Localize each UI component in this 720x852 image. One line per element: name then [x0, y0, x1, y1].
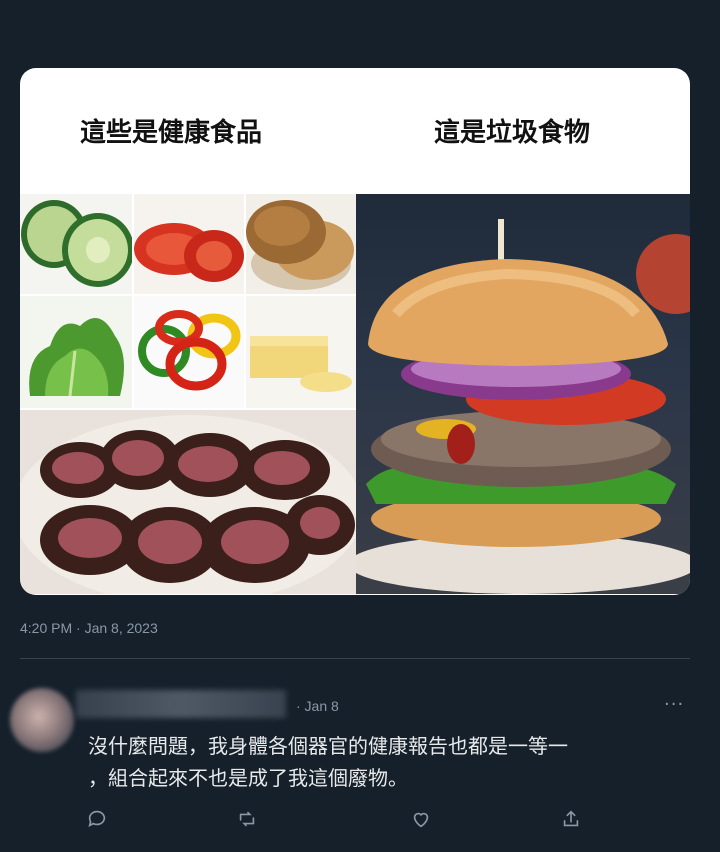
retweet-icon[interactable]: [236, 808, 262, 834]
burger-image: [356, 194, 690, 594]
reply-author-name-blurred[interactable]: [76, 690, 286, 718]
steak-image: [20, 410, 356, 594]
pepper-rings-image: [134, 296, 244, 408]
tomato-image: [134, 194, 244, 294]
lettuce-image: [20, 296, 132, 408]
like-icon[interactable]: [410, 808, 436, 834]
divider: [20, 658, 690, 659]
cheese-image: [246, 296, 356, 408]
share-icon[interactable]: [560, 808, 586, 834]
cucumber-image: [20, 194, 132, 294]
junk-food-heading: 這是垃圾食物: [434, 118, 591, 148]
comment-icon[interactable]: [86, 808, 112, 834]
healthy-food-heading: 這些是健康食品: [80, 118, 263, 148]
more-options-icon[interactable]: ···: [664, 694, 684, 715]
avatar[interactable]: [10, 688, 74, 752]
bread-roll-image: [246, 194, 356, 294]
reply-text: 沒什麼問題，我身體各個器官的健康報告也都是一等一 ，組合起來不也是成了我這個廢物…: [88, 734, 568, 790]
reply-date[interactable]: · Jan 8: [296, 698, 339, 714]
tweet-timestamp[interactable]: 4:20 PM · Jan 8, 2023: [20, 620, 158, 636]
